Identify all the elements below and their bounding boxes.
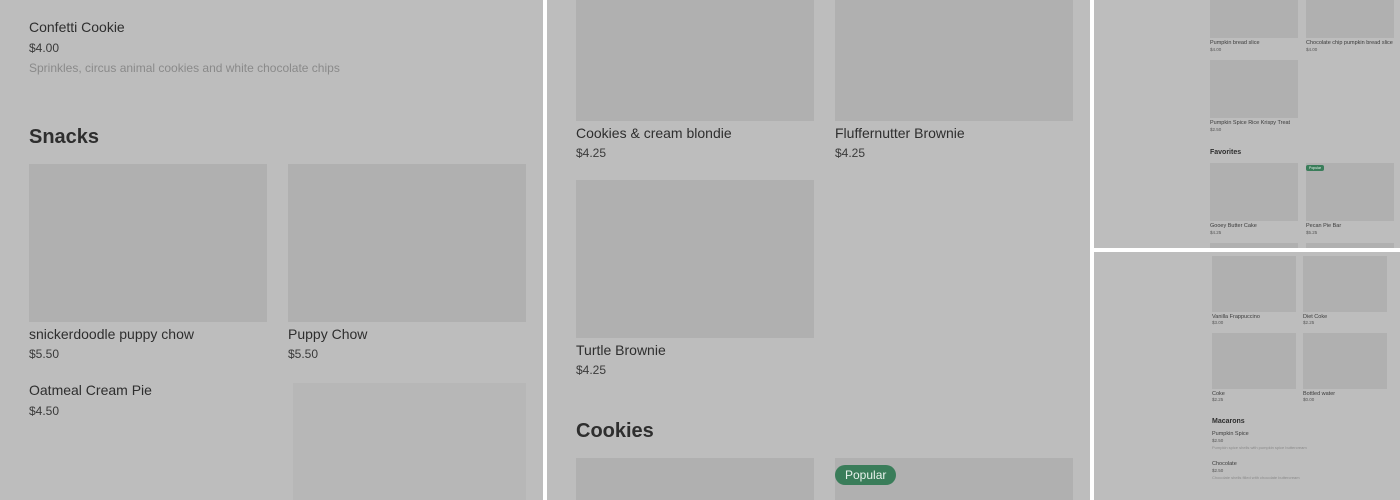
item-image[interactable] bbox=[835, 0, 1073, 121]
item-image[interactable] bbox=[1306, 243, 1394, 248]
popular-badge: Popular bbox=[1306, 165, 1325, 171]
item-name[interactable]: Pumpkin bread slice bbox=[1210, 40, 1260, 46]
menu-panel-seasonal: Pumpkin bread slice $4.00 Chocolate chip… bbox=[1094, 0, 1400, 248]
item-price: $2.50 bbox=[1212, 468, 1224, 473]
item-name[interactable]: Puppy Chow bbox=[288, 326, 367, 342]
item-name[interactable]: Gooey Butter Cake bbox=[1210, 223, 1257, 229]
item-price: $5.50 bbox=[288, 347, 319, 361]
item-name[interactable]: Pecan Pie Bar bbox=[1306, 223, 1341, 229]
item-image[interactable] bbox=[576, 180, 814, 338]
item-image[interactable] bbox=[1303, 333, 1387, 389]
section-heading-snacks: Snacks bbox=[29, 126, 100, 148]
item-name[interactable]: Chocolate chip pumpkin bread slice bbox=[1306, 40, 1393, 46]
item-price: $4.25 bbox=[1210, 230, 1222, 235]
section-heading-macarons: Macarons bbox=[1212, 418, 1245, 425]
item-name[interactable]: snickerdoodle puppy chow bbox=[29, 326, 194, 342]
item-image[interactable] bbox=[29, 164, 267, 322]
item-name[interactable]: Pumpkin Spice bbox=[1212, 431, 1249, 437]
item-name[interactable]: Pumpkin Spice Rice Krispy Treat bbox=[1210, 120, 1290, 126]
item-price: $0.00 bbox=[1303, 397, 1315, 402]
item-price: $5.50 bbox=[29, 347, 60, 361]
item-image[interactable] bbox=[293, 383, 526, 500]
item-desc: Chocolate shells filled with chocolate b… bbox=[1212, 475, 1300, 480]
item-price: $2.50 bbox=[1212, 438, 1224, 443]
item-price: $2.50 bbox=[1210, 127, 1222, 132]
item-price: $3.00 bbox=[1212, 320, 1224, 325]
item-image[interactable] bbox=[576, 0, 814, 121]
item-desc-confetti-cookie: Sprinkles, circus animal cookies and whi… bbox=[29, 61, 340, 75]
section-heading-cookies: Cookies bbox=[576, 420, 654, 442]
item-price-confetti-cookie: $4.00 bbox=[29, 41, 60, 55]
menu-panel-snacks: Confetti Cookie $4.00 Sprinkles, circus … bbox=[0, 0, 543, 500]
item-image[interactable] bbox=[1210, 60, 1298, 118]
item-name[interactable]: Cookies & cream blondie bbox=[576, 125, 732, 141]
item-price: $4.25 bbox=[835, 146, 866, 160]
item-image[interactable] bbox=[1210, 0, 1298, 38]
menu-panel-drinks: Vanilla Frappuccino $3.00 Diet Coke $2.2… bbox=[1094, 252, 1400, 500]
item-name[interactable]: Fluffernutter Brownie bbox=[835, 125, 965, 141]
item-image[interactable] bbox=[1212, 256, 1296, 312]
item-price: $4.25 bbox=[576, 363, 607, 377]
item-image[interactable] bbox=[1212, 333, 1296, 389]
section-heading-favorites: Favorites bbox=[1210, 149, 1242, 156]
item-image[interactable] bbox=[576, 458, 814, 500]
menu-panel-brownies: Cookies & cream blondie $4.25 Fluffernut… bbox=[547, 0, 1090, 500]
item-price: $4.00 bbox=[1306, 47, 1318, 52]
item-image[interactable] bbox=[1210, 163, 1298, 221]
item-image[interactable] bbox=[288, 164, 526, 322]
item-desc: Pumpkin spice shells with pumpkin spice … bbox=[1212, 445, 1307, 450]
item-image[interactable] bbox=[1303, 256, 1387, 312]
item-price: $2.25 bbox=[1212, 397, 1224, 402]
item-price: $5.25 bbox=[1306, 230, 1318, 235]
item-image[interactable] bbox=[1306, 0, 1394, 38]
item-name-confetti-cookie[interactable]: Confetti Cookie bbox=[29, 19, 125, 35]
item-image[interactable] bbox=[1210, 243, 1298, 248]
item-price: $2.25 bbox=[1303, 320, 1315, 325]
item-image[interactable] bbox=[1306, 163, 1394, 221]
item-price: $4.25 bbox=[576, 146, 607, 160]
item-name[interactable]: Oatmeal Cream Pie bbox=[29, 382, 152, 398]
popular-badge: Popular bbox=[835, 465, 897, 485]
item-name[interactable]: Chocolate bbox=[1212, 461, 1237, 467]
item-name[interactable]: Turtle Brownie bbox=[576, 342, 666, 358]
item-price: $4.00 bbox=[1210, 47, 1222, 52]
item-price: $4.50 bbox=[29, 404, 60, 418]
